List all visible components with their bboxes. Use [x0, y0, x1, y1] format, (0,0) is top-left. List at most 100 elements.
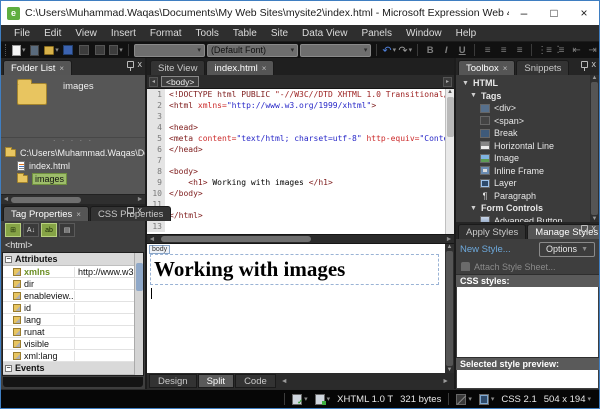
toolbox-item-advanced-button[interactable]: Advanced Button	[456, 215, 590, 223]
attribute-value-cell[interactable]: http://www.w3.o...	[75, 267, 134, 277]
toolbox-item--div-[interactable]: <div>	[456, 102, 590, 115]
tab-close-icon[interactable]: ×	[503, 64, 508, 73]
show-categorized-button[interactable]: ⊞	[5, 223, 21, 237]
code-line[interactable]: 3	[147, 111, 445, 122]
scroll-thumb[interactable]	[161, 236, 311, 242]
tab-tag-properties[interactable]: Tag Properties×	[3, 206, 89, 221]
menu-edit[interactable]: Edit	[37, 26, 68, 41]
view-tab-split[interactable]: Split	[198, 374, 234, 388]
menu-view[interactable]: View	[68, 26, 104, 41]
toolbox-item-image[interactable]: Image	[456, 152, 590, 165]
code-line[interactable]: 13	[147, 221, 445, 232]
toolbar-grip[interactable]	[5, 44, 8, 56]
attribute-row[interactable]: xml:lang	[3, 350, 134, 362]
tree-item-label[interactable]: C:\Users\Muhammad.Waqas\Documents\M	[20, 148, 145, 158]
undo-button[interactable]: ↶▾	[382, 43, 396, 57]
toolbox-item-break[interactable]: Break	[456, 127, 590, 140]
code-line[interactable]: 4<head>	[147, 122, 445, 133]
bullet-list-button[interactable]: ⁚≡	[553, 43, 567, 57]
attributes-vscrollbar[interactable]	[134, 253, 143, 375]
save-button[interactable]	[61, 43, 75, 57]
code-line[interactable]: 10</body>	[147, 188, 445, 199]
align-left-button[interactable]: ≡	[480, 43, 494, 57]
toolbox-item--span-[interactable]: <span>	[456, 115, 590, 128]
menu-table[interactable]: Table	[226, 26, 264, 41]
align-center-button[interactable]: ≡	[496, 43, 510, 57]
show-alphabetized-button[interactable]: A↓	[23, 223, 39, 237]
font-dropdown[interactable]: (Default Font)▾	[207, 44, 298, 57]
document-tab-site-view[interactable]: Site View	[150, 60, 205, 75]
visual-aids-button[interactable]: ▾	[456, 394, 472, 405]
attribute-row[interactable]: visible	[3, 338, 134, 350]
toolbox-item-form-controls[interactable]: ▼Form Controls	[456, 202, 590, 215]
scroll-thumb[interactable]	[591, 82, 598, 215]
options-button[interactable]: Options▼	[539, 242, 595, 257]
chevron-down-icon[interactable]: ▼	[470, 92, 477, 99]
pin-icon[interactable]	[581, 225, 588, 232]
increase-indent-button[interactable]: ⇥	[585, 43, 599, 57]
folder-list-hscrollbar[interactable]: ◄ ►	[1, 194, 145, 204]
scroll-right-icon[interactable]: ►	[444, 236, 454, 243]
scroll-thumb[interactable]	[447, 97, 454, 137]
design-view[interactable]: body Working with images ▲▼	[147, 244, 454, 373]
menu-help[interactable]: Help	[449, 26, 484, 41]
tab-apply-styles[interactable]: Apply Styles	[458, 224, 526, 239]
folder-tree-item[interactable]: images	[1, 172, 145, 185]
code-line[interactable]: 8<body>	[147, 166, 445, 177]
attribute-row[interactable]: dir	[3, 278, 134, 290]
section-header[interactable]: −Attributes	[3, 253, 134, 266]
close-button[interactable]: ×	[569, 1, 599, 25]
tab-folder-list[interactable]: Folder List×	[3, 60, 72, 75]
bold-button[interactable]: B	[423, 43, 437, 57]
scroll-left-icon[interactable]: ◄	[1, 196, 11, 203]
superscript-preview-button[interactable]	[93, 43, 107, 57]
code-vscrollbar[interactable]: ▲	[445, 89, 454, 234]
toolbox-item-layer[interactable]: Layer	[456, 177, 590, 190]
toolbox-item-inline-frame[interactable]: Inline Frame	[456, 165, 590, 178]
code-line[interactable]: 5<meta content="text/html; charset=utf-8…	[147, 133, 445, 144]
summary-button[interactable]: ▤	[59, 223, 75, 237]
numbered-list-button[interactable]: ⋮≡	[537, 43, 551, 57]
css-styles-list[interactable]	[457, 287, 598, 357]
attribute-row[interactable]: enableview...	[3, 290, 134, 302]
view-tab-code[interactable]: Code	[235, 374, 276, 388]
body-tag-chip[interactable]: <body>	[161, 76, 199, 87]
redo-button[interactable]: ↷▾	[398, 43, 412, 57]
font-size-dropdown[interactable]: ▾	[300, 44, 371, 57]
menu-file[interactable]: File	[7, 26, 37, 41]
quick-tag-right-icon[interactable]: ▸	[443, 77, 452, 87]
close-panel-icon[interactable]: x	[138, 207, 143, 214]
code-line[interactable]: 9 <h1> Working with images </h1>	[147, 177, 445, 188]
close-panel-icon[interactable]: x	[592, 61, 597, 68]
folder-tree-item[interactable]: C:\Users\Muhammad.Waqas\Documents\M	[1, 146, 145, 159]
code-view[interactable]: 1<!DOCTYPE html PUBLIC "-//W3C//DTD XHTM…	[147, 89, 454, 234]
maximize-button[interactable]: □	[539, 1, 569, 25]
h1-selection-outline[interactable]: Working with images	[150, 254, 439, 285]
body-tag-label[interactable]: body	[149, 245, 170, 254]
panel-resize-bar[interactable]	[3, 377, 143, 387]
design-vscrollbar[interactable]: ▲▼	[445, 244, 454, 373]
panel-splitter[interactable]: · · · · ·	[1, 137, 145, 144]
publish-button[interactable]	[77, 43, 91, 57]
compatibility-checker-button[interactable]: ✓▾	[292, 394, 308, 405]
italic-button[interactable]: I	[439, 43, 453, 57]
tab-toolbox[interactable]: Toolbox×	[458, 60, 515, 75]
attribute-row[interactable]: ϟondatabind...	[3, 375, 134, 376]
style-dropdown[interactable]: ▾	[134, 44, 205, 57]
tab-close-icon[interactable]: ×	[59, 64, 64, 73]
section-header[interactable]: −Events	[3, 362, 134, 375]
code-line[interactable]: 12</html>	[147, 210, 445, 221]
toolbox-item-horizontal-line[interactable]: Horizontal Line	[456, 140, 590, 153]
code-line[interactable]: 1<!DOCTYPE html PUBLIC "-//W3C//DTD XHTM…	[147, 89, 445, 100]
menu-tools[interactable]: Tools	[189, 26, 226, 41]
css-schema-indicator[interactable]: CSS 2.1	[501, 394, 536, 405]
toolbox-item-paragraph[interactable]: ¶Paragraph	[456, 190, 590, 203]
pin-icon[interactable]	[581, 61, 588, 68]
show-set-properties-button[interactable]: ab	[41, 223, 57, 237]
underline-button[interactable]: U	[455, 43, 469, 57]
menu-format[interactable]: Format	[143, 26, 189, 41]
folder-tree-item[interactable]: index.html	[1, 159, 145, 172]
toolbox-item-html[interactable]: ▼HTML	[456, 77, 590, 90]
quick-tag-left-icon[interactable]: ◂	[149, 77, 158, 87]
preview-item-label[interactable]: images	[63, 81, 94, 92]
